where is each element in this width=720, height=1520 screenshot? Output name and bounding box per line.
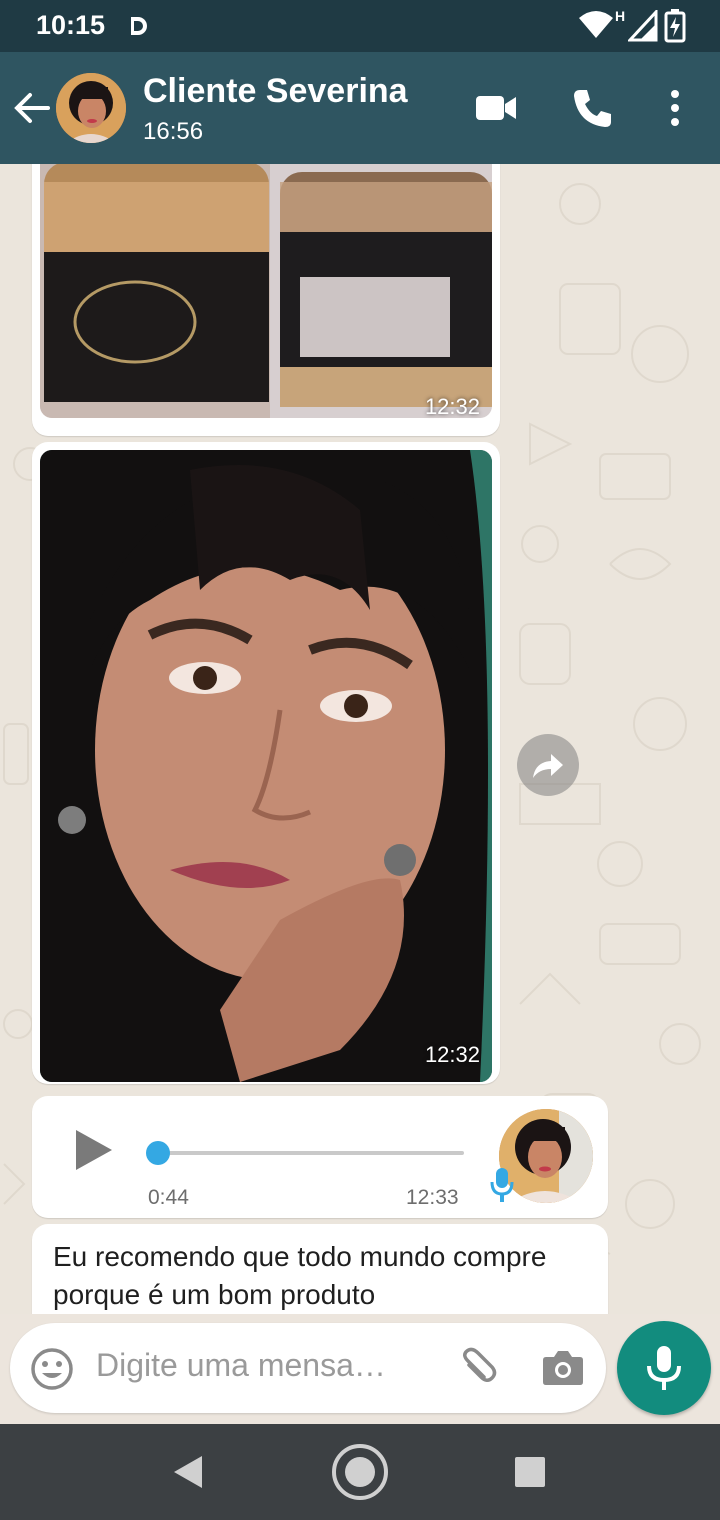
signal-icon	[626, 8, 658, 47]
image-message[interactable]: 12:32	[32, 442, 500, 1084]
nav-home-icon[interactable]	[330, 1442, 390, 1507]
contact-avatar[interactable]	[56, 73, 126, 143]
emoji-icon[interactable]	[30, 1347, 74, 1396]
message-input[interactable]: Digite uma mensa…	[96, 1347, 386, 1384]
image-message[interactable]: 12:32	[32, 164, 500, 436]
status-time: 10:15	[36, 10, 106, 40]
nav-back-icon[interactable]	[170, 1454, 204, 1495]
message-text: Eu recomendo que todo mundo compre porqu…	[53, 1241, 547, 1310]
back-arrow-icon[interactable]	[12, 88, 52, 128]
more-options-icon[interactable]	[660, 86, 690, 130]
text-message[interactable]: Eu recomendo que todo mundo compre porqu…	[32, 1224, 608, 1314]
chat-header: Cliente Severina 16:56	[0, 52, 720, 164]
chat-area[interactable]: 12:32 12:32 0:44 12:33 Eu recomendo que …	[0, 164, 720, 1314]
audio-progress-track[interactable]	[156, 1151, 464, 1155]
wifi-icon	[578, 10, 614, 45]
message-timestamp: 12:32	[424, 394, 480, 419]
nav-recents-icon[interactable]	[514, 1456, 546, 1493]
product-photo[interactable]	[40, 164, 492, 418]
voice-note-mic-icon	[490, 1166, 514, 1209]
message-timestamp: 12:33	[406, 1186, 459, 1209]
camera-icon[interactable]	[542, 1349, 584, 1392]
record-voice-button[interactable]	[617, 1321, 711, 1415]
video-call-icon[interactable]	[474, 86, 518, 130]
battery-charging-icon	[664, 9, 686, 48]
phone-call-icon[interactable]	[570, 86, 614, 130]
contact-name[interactable]: Cliente Severina	[143, 72, 408, 111]
message-timestamp: 12:32	[424, 1042, 480, 1067]
play-icon[interactable]	[72, 1128, 116, 1177]
audio-duration: 0:44	[148, 1186, 189, 1209]
microphone-icon	[647, 1346, 681, 1390]
audio-progress-handle[interactable]	[146, 1141, 170, 1165]
attach-icon[interactable]	[454, 1347, 498, 1396]
system-nav-bar	[0, 1424, 720, 1520]
network-type-label: H	[615, 8, 626, 24]
contact-status: 16:56	[143, 118, 204, 145]
message-input-bar[interactable]: Digite uma mensa…	[10, 1323, 606, 1413]
selfie-photo[interactable]	[40, 450, 492, 1082]
dolby-icon	[126, 14, 150, 43]
audio-message[interactable]: 0:44 12:33	[32, 1096, 608, 1218]
forward-icon[interactable]	[517, 734, 579, 796]
status-bar: 10:15 H	[0, 0, 720, 52]
